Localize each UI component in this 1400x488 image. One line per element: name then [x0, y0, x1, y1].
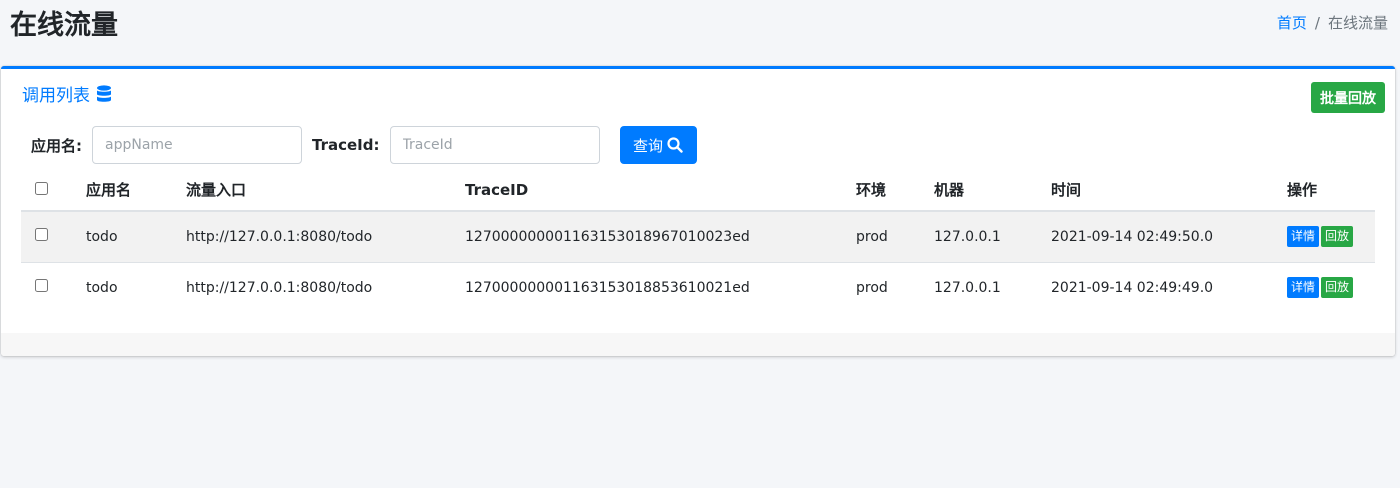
cell-host: 127.0.0.1 — [934, 279, 1001, 296]
invocation-list-card: 调用列表 批量回放 应用名: TraceId: 查询 应用名 — [1, 66, 1395, 356]
row-checkbox[interactable] — [35, 279, 48, 293]
detail-button[interactable]: 详情 — [1287, 277, 1320, 299]
search-icon — [667, 137, 683, 153]
cell-entry: http://127.0.0.1:8080/todo — [186, 279, 373, 296]
trace-id-label: TraceId: — [312, 136, 380, 154]
cell-actions: 详情 回放 — [1287, 211, 1375, 263]
cell-actions: 详情 回放 — [1287, 262, 1375, 313]
column-header: 操作 — [1287, 169, 1375, 212]
row-checkbox[interactable] — [35, 228, 48, 242]
breadcrumb-home-link[interactable]: 首页 — [1277, 12, 1307, 34]
column-header: 流量入口 — [186, 169, 465, 212]
breadcrumb: 首页 / 在线流量 — [1277, 12, 1388, 34]
detail-button[interactable]: 详情 — [1287, 226, 1320, 248]
card-title-text: 调用列表 — [22, 86, 90, 106]
content-header: 在线流量 首页 / 在线流量 — [0, 0, 1400, 56]
breadcrumb-separator: / — [1314, 14, 1320, 32]
column-header: 时间 — [1051, 169, 1287, 212]
cell-entry: http://127.0.0.1:8080/todo — [186, 211, 465, 263]
replay-button[interactable]: 回放 — [1321, 226, 1354, 248]
batch-replay-button[interactable]: 批量回放 — [1311, 82, 1385, 113]
card-title: 调用列表 — [22, 81, 112, 106]
page-title: 在线流量 — [10, 10, 118, 41]
table-header-row: 应用名 流量入口 TraceID 环境 机器 时间 操作 — [21, 169, 1375, 212]
query-button[interactable]: 查询 — [619, 126, 697, 164]
cell-host: 127.0.0.1 — [934, 211, 1051, 263]
invocation-table: 应用名 流量入口 TraceID 环境 机器 时间 操作 todo http:/… — [21, 169, 1375, 313]
app-name-label: 应用名: — [31, 136, 82, 155]
cell-time: 2021-09-14 02:49:49.0 — [1051, 279, 1214, 296]
database-icon — [96, 84, 112, 103]
table-row: todo http://127.0.0.1:8080/todo 12700000… — [21, 262, 1375, 313]
cell-env: prod — [856, 211, 934, 263]
cell-trace-id: 127000000001163153018853610021ed — [465, 279, 750, 296]
select-all-checkbox[interactable] — [35, 181, 48, 195]
column-header: TraceID — [465, 169, 856, 212]
cell-app: todo — [86, 279, 118, 296]
replay-button[interactable]: 回放 — [1321, 277, 1354, 299]
trace-id-input[interactable] — [389, 126, 600, 164]
card-footer — [1, 333, 1395, 356]
app-name-input[interactable] — [92, 126, 302, 164]
breadcrumb-current: 在线流量 — [1327, 14, 1388, 32]
column-header: 环境 — [856, 169, 934, 212]
column-header: 应用名 — [86, 169, 186, 212]
table-row: todo http://127.0.0.1:8080/todo 12700000… — [21, 211, 1375, 263]
cell-time: 2021-09-14 02:49:50.0 — [1051, 211, 1287, 263]
cell-env: prod — [856, 279, 888, 296]
cell-trace-id: 127000000001163153018967010023ed — [465, 211, 856, 263]
filter-bar: 应用名: TraceId: 查询 — [31, 126, 697, 164]
query-button-label: 查询 — [632, 136, 663, 155]
column-header: 机器 — [934, 169, 1051, 212]
cell-app: todo — [86, 211, 186, 263]
